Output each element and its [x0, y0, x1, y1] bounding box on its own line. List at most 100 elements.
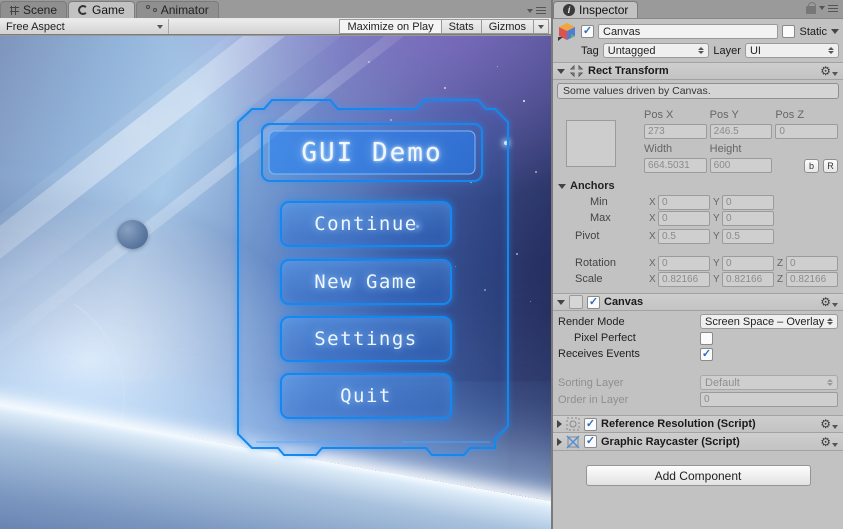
tag-label: Tag: [581, 45, 599, 57]
scale-x-field[interactable]: 0.82166: [658, 272, 710, 287]
static-dropdown-icon[interactable]: [831, 29, 839, 34]
small-moon: [117, 220, 148, 249]
gear-dropdown-icon: [832, 443, 838, 447]
canvas-enabled-checkbox[interactable]: [587, 296, 600, 309]
gizmos-button[interactable]: Gizmos: [481, 19, 533, 34]
settings-button[interactable]: Settings: [280, 316, 452, 362]
aspect-dropdown-label: Free Aspect: [6, 21, 65, 33]
rotation-x-field[interactable]: 0: [658, 256, 710, 271]
lock-icon[interactable]: [806, 6, 816, 14]
pivot-x-field[interactable]: 0.5: [658, 229, 710, 244]
render-mode-dropdown[interactable]: Screen Space – Overlay: [700, 314, 838, 329]
info-icon: i: [563, 4, 575, 16]
dropdown-arrows-icon: [827, 379, 833, 386]
pane-dropdown-icon[interactable]: [527, 9, 533, 13]
rect-transform-title: Rect Transform: [588, 65, 669, 77]
pixel-perfect-checkbox[interactable]: [700, 332, 713, 345]
scale-y-field[interactable]: 0.82166: [722, 272, 774, 287]
tab-inspector[interactable]: i Inspector: [553, 1, 638, 18]
rotation-z-field[interactable]: 0: [786, 256, 838, 271]
pos-z-field[interactable]: 0: [775, 124, 838, 139]
pane-dropdown-icon[interactable]: [819, 6, 825, 10]
anchors-min-x-field[interactable]: 0: [658, 195, 710, 210]
tab-game[interactable]: Game: [68, 1, 135, 18]
game-tabstrip: Scene Game Animator: [0, 0, 551, 18]
reference-resolution-icon: [566, 417, 580, 431]
scene-grid-icon: [10, 6, 19, 15]
foldout-open-icon[interactable]: [557, 69, 565, 74]
graphic-raycaster-title: Graphic Raycaster (Script): [601, 436, 740, 448]
inspector-panel: i Inspector: [553, 0, 843, 529]
scale-z-field[interactable]: 0.82166: [786, 272, 838, 287]
tab-animator[interactable]: Animator: [136, 1, 219, 18]
quit-button[interactable]: Quit: [280, 373, 452, 419]
dropdown-arrows-icon: [828, 47, 834, 54]
foldout-closed-icon[interactable]: [557, 438, 562, 446]
pos-x-field[interactable]: 273: [644, 124, 707, 139]
raw-edit-button[interactable]: R: [823, 159, 838, 173]
anchors-foldout[interactable]: Anchors: [553, 178, 843, 194]
gear-icon[interactable]: ⚙: [820, 436, 831, 448]
gizmos-dropdown-button[interactable]: [533, 19, 549, 34]
reference-resolution-header[interactable]: Reference Resolution (Script) ⚙: [553, 415, 843, 433]
width-field[interactable]: 664.5031: [644, 158, 707, 173]
foldout-closed-icon[interactable]: [557, 420, 562, 428]
anchors-min-y-field[interactable]: 0: [722, 195, 774, 210]
tag-dropdown[interactable]: Untagged: [603, 43, 710, 58]
gear-icon[interactable]: ⚙: [820, 65, 831, 77]
axis-y-label: Y: [713, 231, 720, 242]
anchors-max-x-field[interactable]: 0: [658, 211, 710, 226]
continue-button[interactable]: Continue: [280, 201, 452, 247]
rect-transform-header[interactable]: Rect Transform ⚙: [553, 62, 843, 80]
aspect-dropdown[interactable]: Free Aspect: [1, 19, 169, 34]
layer-value: UI: [750, 45, 761, 57]
pane-menu-icon[interactable]: [536, 7, 546, 14]
height-field[interactable]: 600: [710, 158, 773, 173]
game-viewport: GUI Demo Continue New Game Settings Quit: [0, 36, 551, 529]
gameobject-header: Canvas Static Tag Untagged Layer UI: [553, 19, 843, 62]
reference-resolution-checkbox[interactable]: [584, 418, 597, 431]
layer-dropdown[interactable]: UI: [745, 43, 839, 58]
tab-animator-label: Animator: [161, 3, 209, 17]
game-toolbar: Free Aspect Maximize on Play Stats Gizmo…: [0, 18, 551, 35]
gameobject-active-checkbox[interactable]: [581, 25, 594, 38]
gameobject-cube-icon[interactable]: [557, 22, 577, 41]
static-checkbox[interactable]: [782, 25, 795, 38]
pivot-y-field[interactable]: 0.5: [722, 229, 774, 244]
gear-icon[interactable]: ⚙: [820, 296, 831, 308]
axis-y-label: Y: [713, 274, 720, 285]
rotation-y-field[interactable]: 0: [722, 256, 774, 271]
add-component-button[interactable]: Add Component: [586, 465, 811, 486]
tab-inspector-label: Inspector: [579, 3, 628, 17]
tab-scene[interactable]: Scene: [0, 1, 67, 18]
reference-resolution-title: Reference Resolution (Script): [601, 418, 756, 430]
gear-icon[interactable]: ⚙: [820, 418, 831, 430]
maximize-label: Maximize on Play: [347, 21, 433, 33]
tag-value: Untagged: [608, 45, 656, 57]
blueprint-mode-button[interactable]: b: [804, 159, 819, 173]
anchors-max-y-field[interactable]: 0: [722, 211, 774, 226]
foldout-open-icon[interactable]: [557, 300, 565, 305]
gameobject-name-field[interactable]: Canvas: [598, 24, 778, 39]
pane-menu-icon[interactable]: [828, 5, 838, 12]
new-game-button[interactable]: New Game: [280, 259, 452, 305]
sorting-layer-label: Sorting Layer: [558, 377, 700, 389]
axis-y-label: Y: [713, 213, 720, 224]
game-pane: Scene Game Animator Free Aspect: [0, 0, 551, 529]
anchor-preview-box[interactable]: [566, 120, 616, 167]
chevron-down-icon: [157, 25, 163, 29]
menu-title: GUI Demo: [262, 124, 482, 181]
graphic-raycaster-checkbox[interactable]: [584, 435, 597, 448]
receives-events-checkbox[interactable]: [700, 348, 713, 361]
pos-y-field[interactable]: 246.5: [710, 124, 773, 139]
stats-button[interactable]: Stats: [441, 19, 481, 34]
dropdown-arrows-icon: [698, 47, 704, 54]
pos-z-label: Pos Z: [775, 109, 838, 121]
canvas-component-icon: [569, 295, 583, 309]
gizmos-label: Gizmos: [489, 21, 526, 33]
canvas-component-header[interactable]: Canvas ⚙: [553, 293, 843, 311]
graphic-raycaster-header[interactable]: Graphic Raycaster (Script) ⚙: [553, 433, 843, 451]
foldout-open-icon: [558, 184, 566, 189]
tab-game-label: Game: [92, 3, 125, 17]
maximize-on-play-button[interactable]: Maximize on Play: [339, 19, 440, 34]
